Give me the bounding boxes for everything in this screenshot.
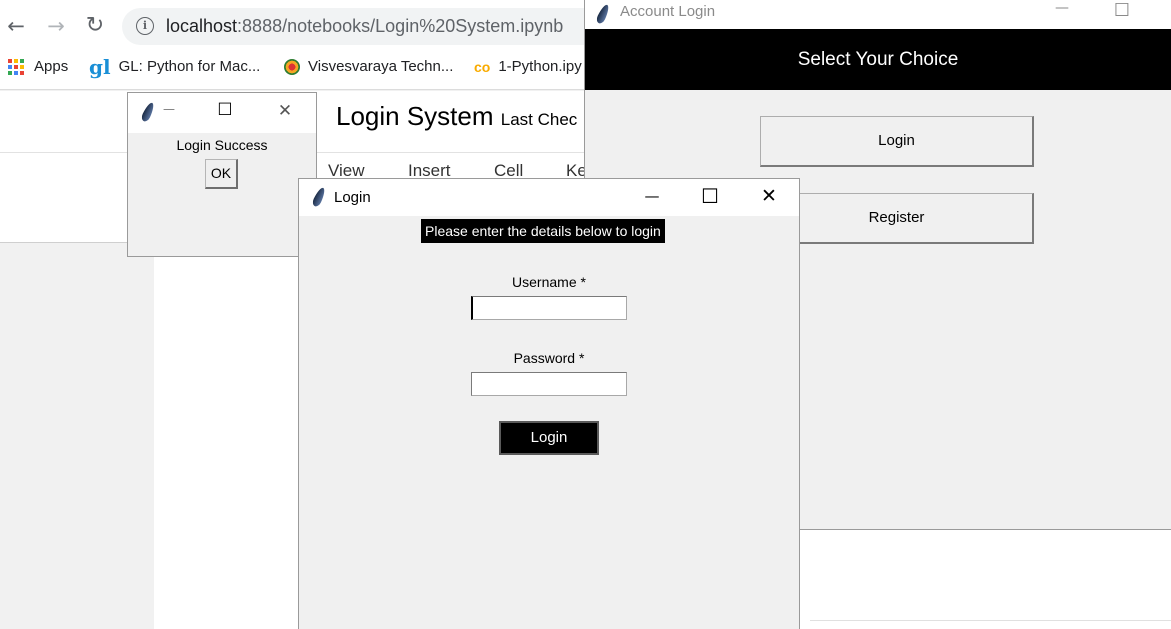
title-bar[interactable]: Account Login — ☐ [585, 0, 1171, 29]
maximize-button[interactable]: ☐ [695, 184, 725, 208]
bookmark-label: Visvesvaraya Techn... [308, 58, 454, 75]
close-button[interactable]: ✕ [754, 185, 784, 207]
vtu-logo-icon [284, 59, 300, 76]
window-title: Account Login [620, 3, 716, 20]
message-box-window: — ☐ ✕ Login Success OK [127, 92, 317, 257]
notebook-title[interactable]: Login System Last Chec [336, 101, 577, 132]
login-choice-button[interactable]: Login [760, 116, 1034, 167]
notebook-name[interactable]: Login System [336, 101, 494, 131]
minimize-button[interactable]: — [156, 102, 182, 116]
login-window: Login — ☐ ✕ Please enter the details bel… [298, 178, 800, 629]
username-input[interactable] [471, 296, 627, 320]
checkpoint-status: Last Chec [500, 110, 578, 129]
forward-button[interactable]: → [42, 12, 70, 40]
bookmark-vtu[interactable]: Visvesvaraya Techn... [284, 58, 454, 76]
minimize-button[interactable]: — [637, 187, 667, 205]
bookmark-colab[interactable]: co 1-Python.ipy [474, 58, 582, 75]
url-text[interactable]: localhost:8888/notebooks/Login%20System.… [166, 16, 563, 37]
url-path: :8888/notebooks/Login%20System.ipynb [237, 16, 564, 36]
bookmark-apps[interactable]: Apps [8, 58, 69, 76]
tk-feather-icon [595, 3, 611, 25]
password-input[interactable] [471, 372, 627, 396]
minimize-button[interactable]: — [1047, 0, 1077, 16]
back-arrow-icon: ← [7, 14, 25, 38]
forward-arrow-icon: → [47, 14, 65, 38]
window-title: Login [334, 189, 371, 206]
gl-logo-icon: gl [89, 55, 111, 80]
colab-icon: co [474, 59, 491, 76]
divider [810, 620, 1171, 621]
maximize-button[interactable]: ☐ [212, 100, 238, 120]
ok-button[interactable]: OK [205, 159, 238, 189]
maximize-button[interactable]: ☐ [1107, 0, 1137, 22]
page-background [800, 530, 1171, 629]
tk-feather-icon [311, 186, 327, 208]
bookmark-gl[interactable]: gl GL: Python for Mac... [89, 55, 261, 80]
bookmark-label: 1-Python.ipy [498, 58, 582, 75]
message-text: Login Success [176, 137, 268, 153]
reload-icon: ↻ [85, 13, 105, 38]
reload-button[interactable]: ↻ [81, 12, 109, 40]
username-label: Username * [512, 274, 586, 290]
back-button[interactable]: ← [2, 12, 30, 40]
title-bar[interactable]: — ☐ ✕ [128, 93, 316, 133]
info-icon[interactable]: i [136, 17, 154, 35]
choice-header: Select Your Choice [585, 29, 1171, 90]
title-bar[interactable]: Login — ☐ ✕ [299, 179, 799, 216]
tk-feather-icon [140, 101, 156, 123]
url-host: localhost [166, 16, 238, 36]
close-button[interactable]: ✕ [272, 101, 298, 121]
register-button[interactable]: Register [760, 193, 1034, 244]
password-label: Password * [513, 350, 585, 366]
bookmark-label: Apps [34, 58, 69, 75]
apps-grid-icon [8, 59, 24, 76]
instructions-banner: Please enter the details below to login [421, 219, 665, 243]
login-submit-button[interactable]: Login [499, 421, 599, 455]
bookmark-label: GL: Python for Mac... [118, 58, 261, 75]
bookmarks-bar: Apps gl GL: Python for Mac... Visvesvaray… [0, 52, 600, 82]
